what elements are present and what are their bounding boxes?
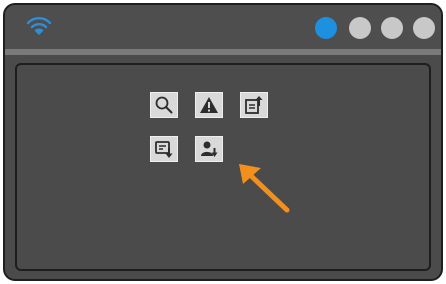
- download-form-icon: [155, 141, 173, 158]
- warning-button[interactable]: [195, 92, 223, 118]
- content-panel: [15, 63, 431, 271]
- app-window: [3, 3, 443, 281]
- user-download-icon: [201, 141, 218, 157]
- window-dot-4[interactable]: [413, 17, 435, 39]
- download-form-button[interactable]: [150, 136, 178, 162]
- export-document-button[interactable]: [240, 92, 268, 118]
- titlebar-divider: [5, 49, 441, 55]
- user-download-button[interactable]: [195, 136, 223, 162]
- title-bar: [5, 5, 441, 49]
- wifi-icon: [26, 17, 52, 35]
- search-button[interactable]: [150, 92, 178, 118]
- window-dot-1[interactable]: [315, 17, 337, 39]
- search-icon: [155, 96, 173, 114]
- window-dot-2[interactable]: [349, 17, 371, 39]
- pointer-arrow-icon: [239, 164, 290, 213]
- warning-icon: [200, 97, 218, 113]
- export-document-icon: [245, 96, 263, 114]
- window-dot-3[interactable]: [381, 17, 403, 39]
